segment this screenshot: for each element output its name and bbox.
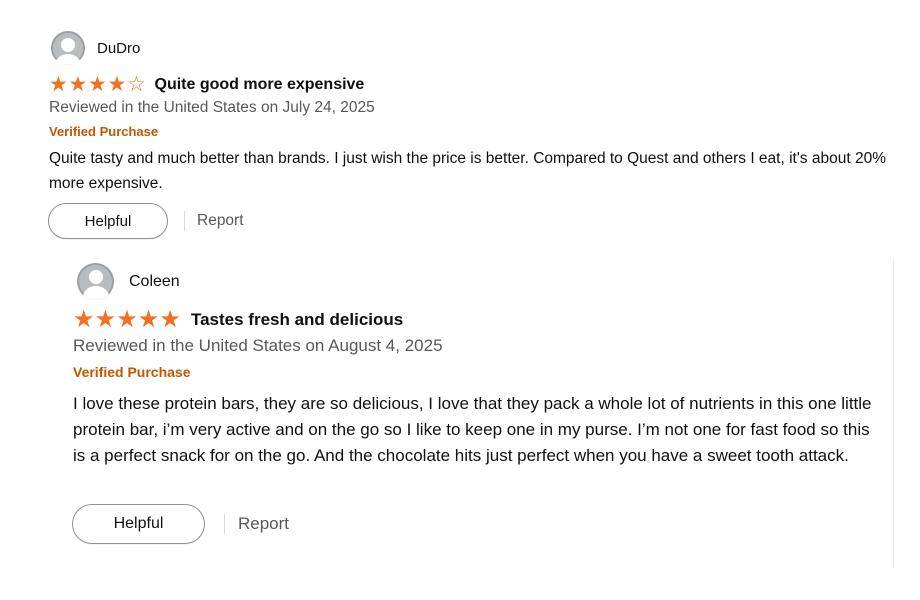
review-title[interactable]: Tastes fresh and delicious xyxy=(191,310,403,330)
review-body: I love these protein bars, they are so d… xyxy=(73,394,872,465)
review-actions: Helpful Report xyxy=(48,203,244,239)
star-empty-icon: ☆ xyxy=(127,73,146,96)
action-divider xyxy=(184,211,185,231)
rating-row: ★ ★ ★ ★ ★ Tastes fresh and delicious xyxy=(73,308,403,332)
star-rating[interactable]: ★ ★ ★ ★ ★ xyxy=(73,308,181,332)
helpful-button[interactable]: Helpful xyxy=(48,203,168,239)
star-filled-icon: ★ xyxy=(73,306,95,333)
verified-purchase-badge: Verified Purchase xyxy=(49,124,159,139)
rating-row: ★ ★ ★ ★ ☆ Quite good more expensive xyxy=(49,74,364,95)
review-title[interactable]: Quite good more expensive xyxy=(155,76,365,94)
star-filled-icon: ★ xyxy=(68,73,88,96)
star-filled-icon: ★ xyxy=(107,73,127,96)
verified-purchase-badge: Verified Purchase xyxy=(73,364,191,380)
report-link[interactable]: Report xyxy=(197,212,244,230)
reviewer-profile[interactable]: DuDro xyxy=(51,31,140,65)
review-date: Reviewed in the United States on August … xyxy=(73,336,443,355)
star-filled-icon: ★ xyxy=(94,306,117,333)
action-divider xyxy=(224,514,225,534)
star-filled-icon: ★ xyxy=(116,306,138,333)
report-link[interactable]: Report xyxy=(238,514,289,534)
star-filled-icon: ★ xyxy=(137,306,160,333)
avatar-icon xyxy=(77,263,114,300)
review-actions: Helpful Report xyxy=(72,504,289,544)
star-filled-icon: ★ xyxy=(49,73,68,96)
reviewer-profile[interactable]: Coleen xyxy=(77,263,180,300)
reviewer-name[interactable]: Coleen xyxy=(129,273,180,291)
helpful-button[interactable]: Helpful xyxy=(72,504,205,544)
review-body: Quite tasty and much better than brands.… xyxy=(49,150,886,192)
reviewer-name[interactable]: DuDro xyxy=(97,40,140,57)
star-rating[interactable]: ★ ★ ★ ★ ☆ xyxy=(49,74,147,95)
star-filled-icon: ★ xyxy=(88,73,107,96)
thread-divider xyxy=(893,258,894,568)
star-filled-icon: ★ xyxy=(159,306,181,333)
avatar-icon xyxy=(51,31,85,65)
review-date: Reviewed in the United States on July 24… xyxy=(49,99,375,116)
